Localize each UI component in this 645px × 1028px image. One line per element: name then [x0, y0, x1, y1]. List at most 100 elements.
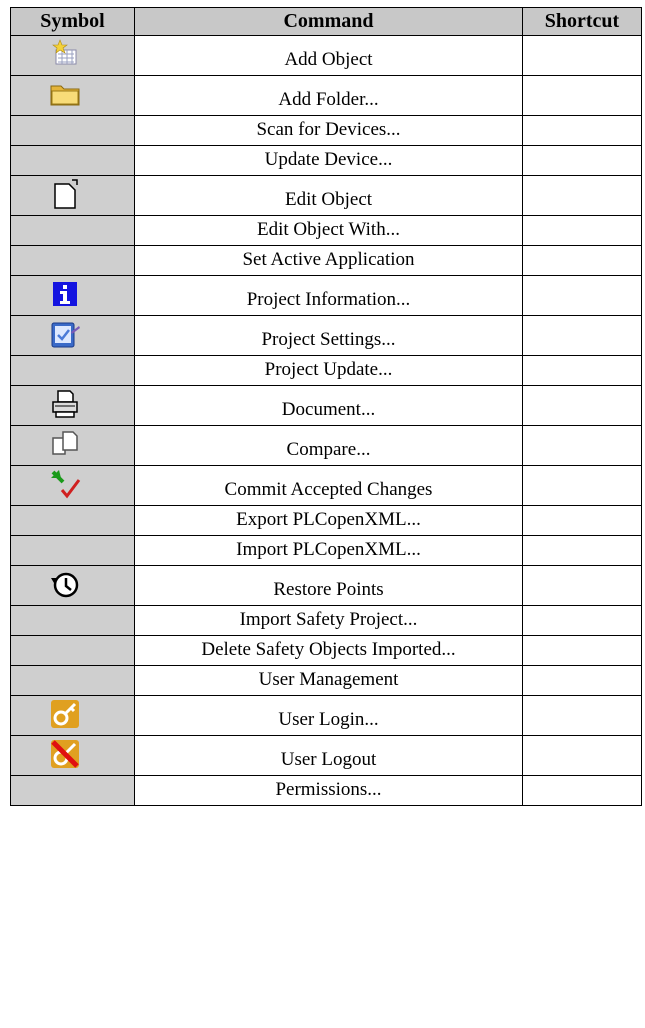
command-cell: Edit Object: [134, 175, 523, 216]
shortcut-cell: [522, 465, 642, 506]
table-row: Document...: [10, 385, 642, 426]
shortcut-cell: [522, 535, 642, 566]
command-cell: Set Active Application: [134, 245, 523, 276]
symbol-cell: [10, 775, 135, 806]
table-row: Project Information...: [10, 275, 642, 316]
project-settings-icon: [49, 318, 81, 350]
shortcut-cell: [522, 775, 642, 806]
symbol-cell: [10, 535, 135, 566]
symbol-cell: [10, 635, 135, 666]
symbol-cell: [10, 75, 135, 116]
symbol-cell: [10, 115, 135, 146]
table-row: User Login...: [10, 695, 642, 736]
table-row: Permissions...: [10, 775, 642, 806]
add-object-icon: [49, 38, 81, 70]
command-cell: Commit Accepted Changes: [134, 465, 523, 506]
command-cell: Project Settings...: [134, 315, 523, 356]
shortcut-cell: [522, 425, 642, 466]
symbol-cell: [10, 565, 135, 606]
printer-icon: [49, 388, 81, 420]
header-shortcut: Shortcut: [522, 7, 642, 36]
command-cell: Delete Safety Objects Imported...: [134, 635, 523, 666]
command-cell: Permissions...: [134, 775, 523, 806]
shortcut-cell: [522, 665, 642, 696]
symbol-cell: [10, 145, 135, 176]
table-row: Scan for Devices...: [10, 115, 642, 146]
table-row: Compare...: [10, 425, 642, 466]
key-icon: [49, 698, 81, 730]
symbol-cell: [10, 275, 135, 316]
shortcut-cell: [522, 115, 642, 146]
shortcut-cell: [522, 245, 642, 276]
symbol-cell: [10, 465, 135, 506]
symbol-cell: [10, 735, 135, 776]
folder-icon: [49, 78, 81, 110]
symbol-cell: [10, 695, 135, 736]
table-row: Delete Safety Objects Imported...: [10, 635, 642, 666]
command-cell: Export PLCopenXML...: [134, 505, 523, 536]
command-cell: Edit Object With...: [134, 215, 523, 246]
command-cell: Compare...: [134, 425, 523, 466]
command-cell: Update Device...: [134, 145, 523, 176]
symbol-cell: [10, 315, 135, 356]
command-cell: Import PLCopenXML...: [134, 535, 523, 566]
table-body: Add Object Add Folder... Scan for Devices.…: [10, 35, 642, 806]
symbol-cell: [10, 425, 135, 466]
shortcut-cell: [522, 565, 642, 606]
edit-object-icon: [49, 178, 81, 210]
command-cell: Scan for Devices...: [134, 115, 523, 146]
table-row: Update Device...: [10, 145, 642, 176]
symbol-cell: [10, 355, 135, 386]
table-row: Add Object: [10, 35, 642, 76]
header-row: Symbol Command Shortcut: [10, 7, 642, 36]
table-row: Project Settings...: [10, 315, 642, 356]
shortcut-cell: [522, 175, 642, 216]
shortcut-cell: [522, 75, 642, 116]
table-row: Export PLCopenXML...: [10, 505, 642, 536]
table-row: User Management: [10, 665, 642, 696]
symbol-cell: [10, 505, 135, 536]
shortcut-cell: [522, 35, 642, 76]
command-cell: Document...: [134, 385, 523, 426]
info-icon: [49, 278, 81, 310]
commit-changes-icon: [49, 468, 81, 500]
table-row: Project Update...: [10, 355, 642, 386]
shortcut-cell: [522, 635, 642, 666]
command-table: Symbol Command Shortcut Add Object Add Fo…: [10, 7, 642, 806]
symbol-cell: [10, 215, 135, 246]
compare-icon: [49, 428, 81, 460]
table-row: Import PLCopenXML...: [10, 535, 642, 566]
table-row: Edit Object: [10, 175, 642, 216]
command-cell: User Management: [134, 665, 523, 696]
shortcut-cell: [522, 505, 642, 536]
table-row: Import Safety Project...: [10, 605, 642, 636]
shortcut-cell: [522, 605, 642, 636]
table-row: User Logout: [10, 735, 642, 776]
symbol-cell: [10, 35, 135, 76]
table-row: Edit Object With...: [10, 215, 642, 246]
key-no-icon: [49, 738, 81, 770]
table-row: Commit Accepted Changes: [10, 465, 642, 506]
shortcut-cell: [522, 315, 642, 356]
command-cell: Import Safety Project...: [134, 605, 523, 636]
command-cell: Add Folder...: [134, 75, 523, 116]
table-row: Add Folder...: [10, 75, 642, 116]
shortcut-cell: [522, 355, 642, 386]
symbol-cell: [10, 175, 135, 216]
command-cell: Restore Points: [134, 565, 523, 606]
command-cell: User Login...: [134, 695, 523, 736]
shortcut-cell: [522, 385, 642, 426]
table-row: Restore Points: [10, 565, 642, 606]
history-icon: [49, 568, 81, 600]
symbol-cell: [10, 605, 135, 636]
command-cell: Project Information...: [134, 275, 523, 316]
shortcut-cell: [522, 695, 642, 736]
symbol-cell: [10, 245, 135, 276]
header-command: Command: [134, 7, 523, 36]
shortcut-cell: [522, 145, 642, 176]
command-cell: User Logout: [134, 735, 523, 776]
symbol-cell: [10, 385, 135, 426]
shortcut-cell: [522, 735, 642, 776]
table-row: Set Active Application: [10, 245, 642, 276]
command-cell: Add Object: [134, 35, 523, 76]
